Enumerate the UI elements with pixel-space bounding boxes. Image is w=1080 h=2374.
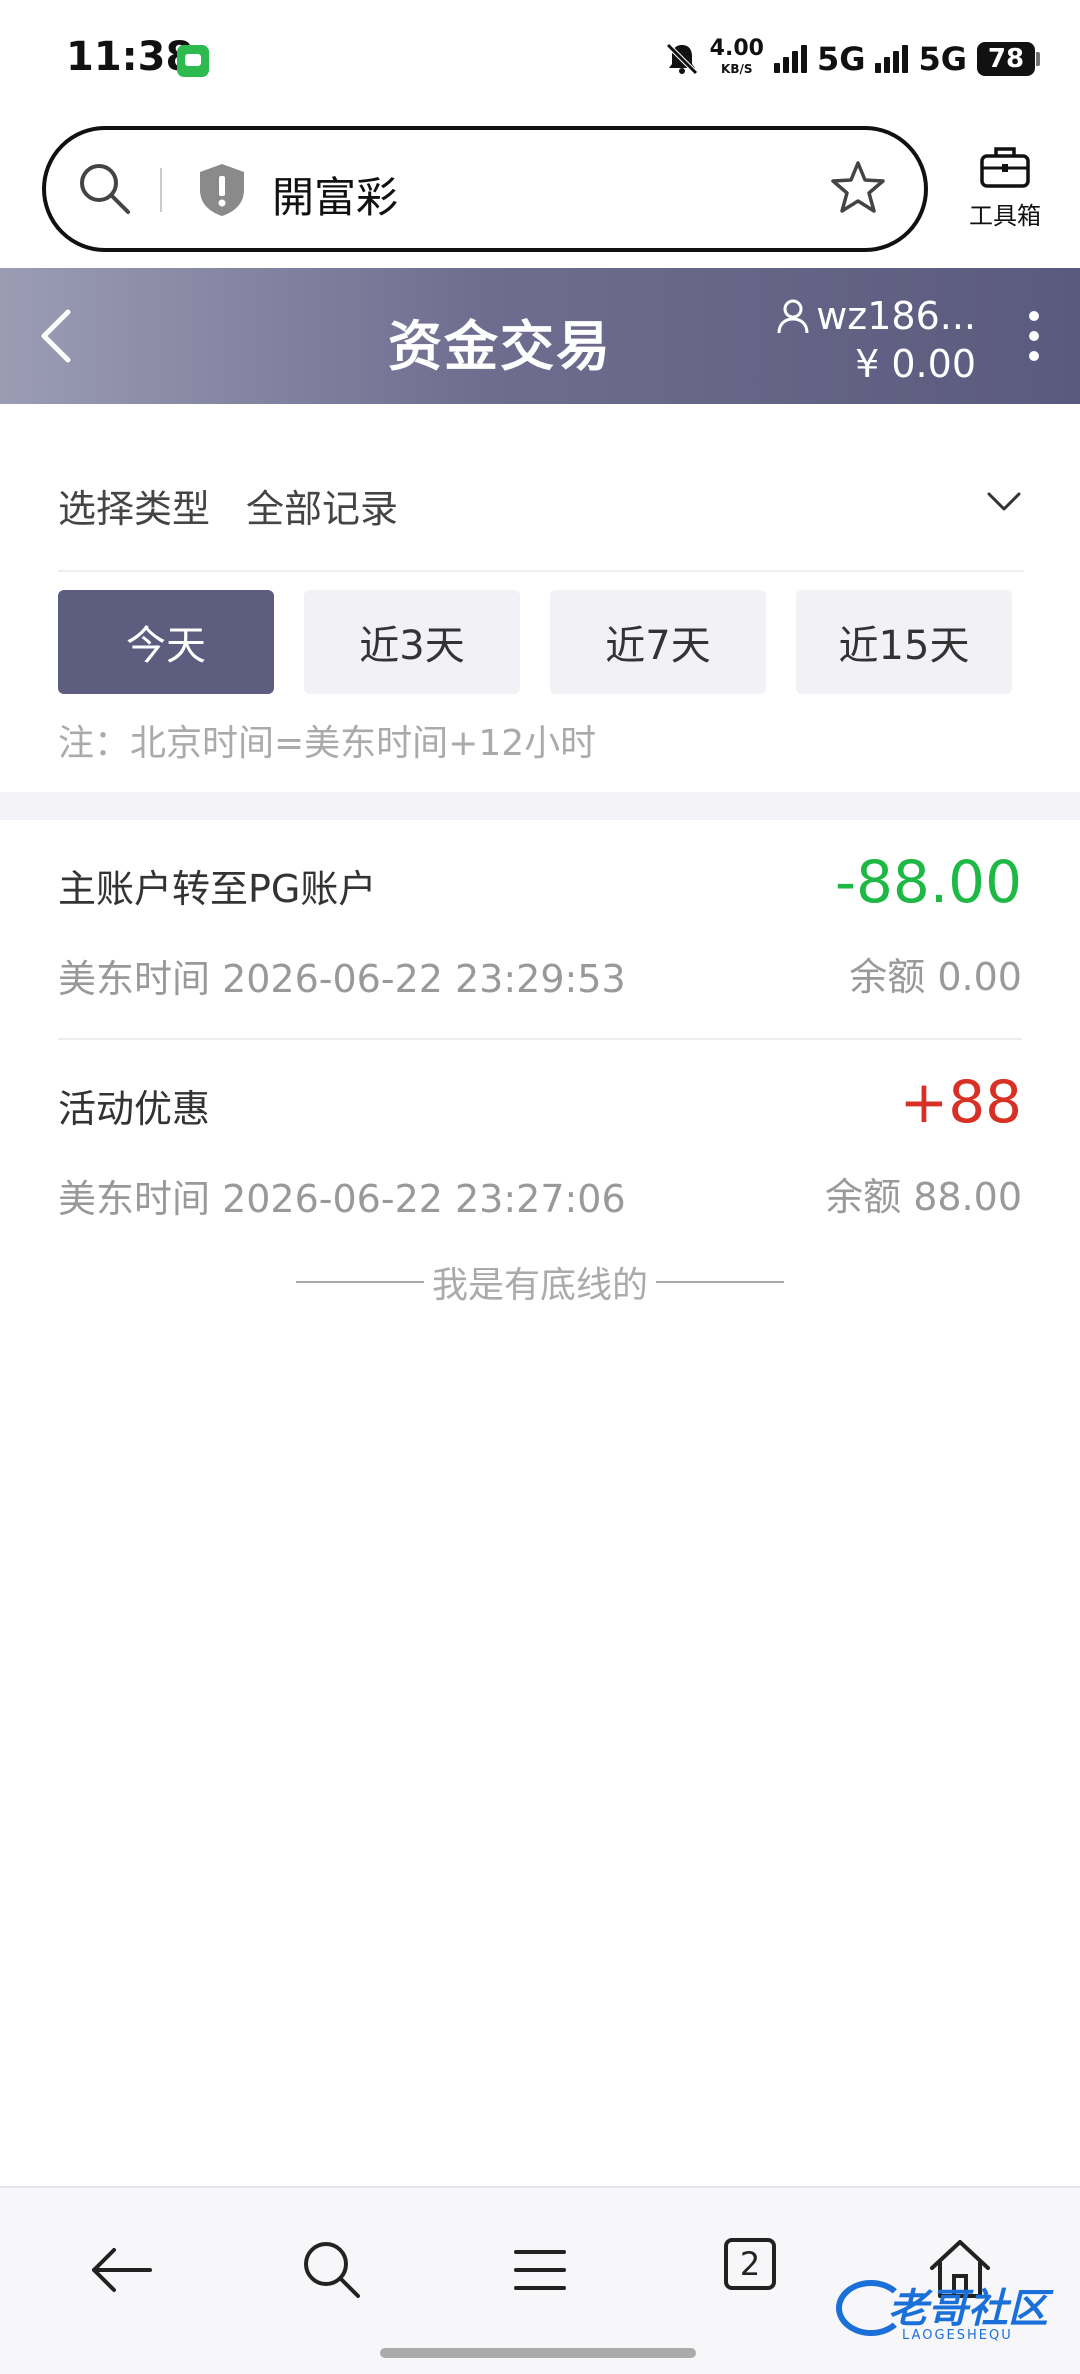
- tab-count-button[interactable]: 2: [724, 2238, 776, 2290]
- status-indicators: 4.00 KB/S 5G 5G 78: [664, 34, 1040, 84]
- watermark-logo: 老哥社区 LAOGESHEQU: [836, 2274, 1064, 2354]
- mute-bell-icon: [665, 43, 698, 75]
- toolbox-label: 工具箱: [969, 202, 1041, 230]
- browser-bottom-nav: 2 老哥社区 LAOGESHEQU: [0, 2186, 1080, 2374]
- address-bar[interactable]: 開富彩: [42, 126, 928, 252]
- type-value[interactable]: 全部记录: [246, 478, 398, 533]
- account-balance: ¥ 0.00: [855, 342, 976, 386]
- net-speed-value: 4.00: [709, 36, 764, 61]
- watermark-subtext: LAOGESHEQU: [902, 2328, 1013, 2343]
- user-info[interactable]: wz186... ¥ 0.00: [776, 294, 976, 386]
- transaction-time: 美东时间 2026-06-22 23:27:06: [58, 1177, 626, 1221]
- end-of-list: 我是有底线的: [0, 1256, 1080, 1308]
- list-item[interactable]: 活动优惠 +88 美东时间 2026-06-22 23:27:06 余额 88.…: [58, 1040, 1022, 1260]
- browser-toolbar: 開富彩 工具箱: [0, 120, 1080, 268]
- watermark-text: 老哥社区: [888, 2286, 1048, 2332]
- net-speed-unit: KB/S: [721, 62, 753, 76]
- filter-panel: 选择类型 全部记录 今天 近3天 近7天 近15天 注：北京时间=美东时间+12…: [0, 404, 1080, 792]
- transaction-amount: -88.00: [835, 848, 1022, 916]
- type-label: 选择类型: [58, 487, 211, 531]
- date-range-tabs: 今天 近3天 近7天 近15天: [58, 590, 1012, 694]
- toolbox-icon: [980, 147, 1030, 188]
- network-type-1: 5G: [816, 40, 866, 78]
- timezone-note: 注：北京时间=美东时间+12小时: [58, 723, 597, 764]
- username: wz186...: [816, 294, 976, 338]
- bookmark-star-icon[interactable]: [828, 158, 888, 218]
- menu-icon[interactable]: [500, 2230, 580, 2310]
- status-bar: 11:38 4.00 KB/S 5G 5G 78: [0, 0, 1080, 120]
- message-icon: [177, 45, 209, 77]
- transaction-balance: 余额 88.00: [825, 1175, 1022, 1219]
- tab-3-days[interactable]: 近3天: [304, 590, 520, 694]
- signal-bars-icon: [875, 45, 909, 73]
- battery-level: 78: [977, 42, 1035, 76]
- tab-15-days[interactable]: 近15天: [796, 590, 1012, 694]
- tab-7-days[interactable]: 近7天: [550, 590, 766, 694]
- chevron-down-icon[interactable]: [986, 490, 1022, 514]
- transaction-time: 美东时间 2026-06-22 23:29:53: [58, 957, 626, 1001]
- type-selector[interactable]: 选择类型 全部记录: [58, 462, 1024, 572]
- url-text[interactable]: 開富彩: [272, 164, 398, 225]
- search-icon[interactable]: [76, 160, 132, 216]
- toolbox-button[interactable]: 工具箱: [960, 144, 1050, 231]
- transaction-amount: +88: [899, 1068, 1022, 1136]
- signal-bars-icon: [773, 45, 807, 73]
- net-speed: 4.00 KB/S: [709, 36, 764, 79]
- transaction-title: 活动优惠: [58, 1087, 211, 1131]
- list-item[interactable]: 主账户转至PG账户 -88.00 美东时间 2026-06-22 23:29:5…: [58, 820, 1022, 1040]
- home-indicator[interactable]: [380, 2348, 696, 2358]
- transaction-title: 主账户转至PG账户: [58, 867, 377, 911]
- page-header: 资金交易 wz186... ¥ 0.00: [0, 268, 1080, 404]
- user-icon: [777, 299, 809, 334]
- status-time: 11:38: [66, 34, 194, 80]
- section-divider: [0, 792, 1080, 820]
- shield-warning-icon[interactable]: [196, 162, 248, 218]
- search-icon[interactable]: [292, 2230, 372, 2310]
- more-options-icon[interactable]: [1028, 310, 1040, 362]
- divider: [160, 168, 162, 212]
- back-arrow-icon[interactable]: [82, 2230, 162, 2310]
- transaction-balance: 余额 0.00: [849, 955, 1022, 999]
- transaction-list: 主账户转至PG账户 -88.00 美东时间 2026-06-22 23:29:5…: [0, 820, 1080, 1260]
- tab-today[interactable]: 今天: [58, 590, 274, 694]
- battery-indicator: 78: [977, 42, 1040, 76]
- end-of-list-text: 我是有底线的: [431, 1265, 648, 1306]
- network-type-2: 5G: [918, 40, 967, 78]
